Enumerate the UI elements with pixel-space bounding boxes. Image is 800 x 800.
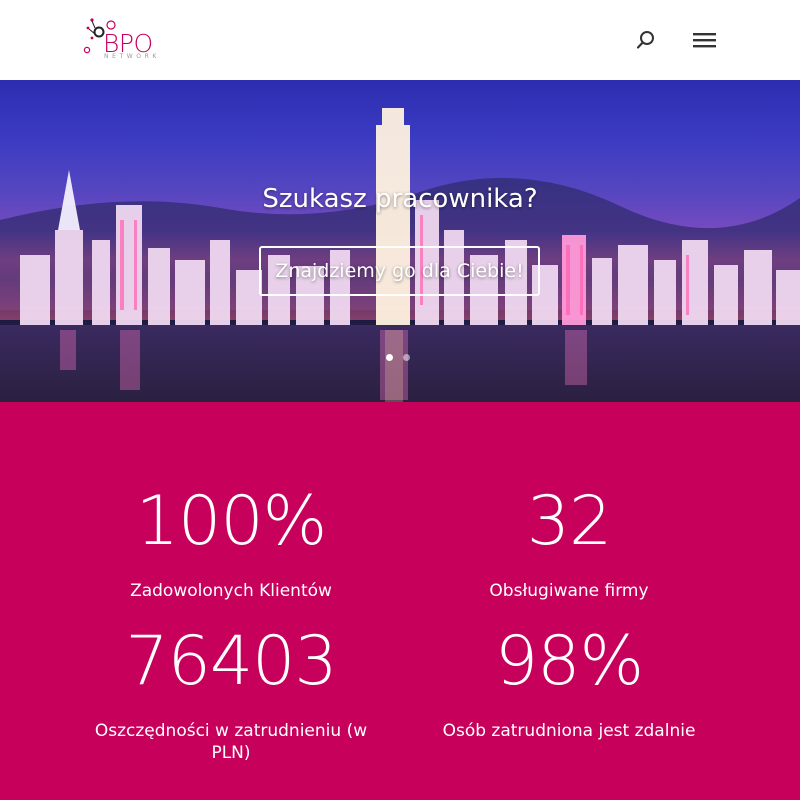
- stat-label: Obsługiwane firmy: [489, 581, 649, 601]
- search-icon[interactable]: [634, 28, 658, 52]
- stat-label: Zadowolonych Klientów: [130, 581, 332, 601]
- stat-item: 100% Zadowolonych Klientów: [81, 488, 381, 602]
- site-header: BPO NETWORK: [0, 0, 800, 80]
- hero-slider: Szukasz pracownika? Znajdziemy go dla Ci…: [0, 80, 800, 402]
- slider-dot-2[interactable]: [403, 354, 410, 361]
- slider-dot-1[interactable]: [386, 354, 393, 361]
- stat-item: 98% Osób zatrudniona jest zdalnie: [419, 628, 719, 742]
- logo[interactable]: BPO NETWORK: [82, 14, 174, 64]
- slider-pagination: [386, 354, 410, 364]
- logo-subtext: NETWORK: [104, 53, 160, 60]
- stats-section: 100% Zadowolonych Klientów 32 Obsługiwan…: [0, 402, 800, 800]
- stat-value: 76403: [125, 622, 337, 701]
- stat-value: 100%: [135, 482, 327, 561]
- stat-label: Oszczędności w zatrudnieniu (w PLN): [94, 721, 368, 763]
- stat-item: 76403 Oszczędności w zatrudnieniu (w PLN…: [81, 628, 381, 764]
- stat-value: 32: [526, 482, 613, 561]
- stat-item: 32 Obsługiwane firmy: [419, 488, 719, 602]
- hero-title: Szukasz pracownika?: [262, 184, 538, 214]
- hero-cta-button[interactable]: Znajdziemy go dla Ciebie!: [259, 246, 540, 296]
- stat-label: Osób zatrudniona jest zdalnie: [442, 721, 696, 741]
- stat-value: 98%: [494, 622, 644, 701]
- hamburger-menu-icon[interactable]: [692, 28, 718, 52]
